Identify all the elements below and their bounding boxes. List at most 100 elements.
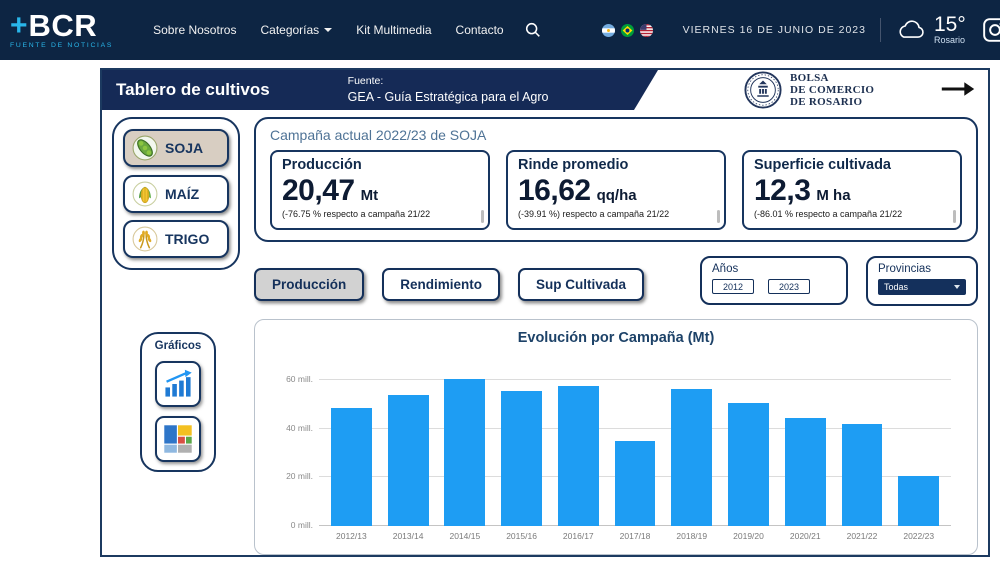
nav-links: Sobre Nosotros Categorías Kit Multimedia… (153, 23, 503, 37)
bar-column: 2016/17 (550, 368, 607, 526)
dashboard-body: SOJA MAÍZ (102, 110, 988, 557)
card-scrollbar[interactable] (717, 210, 721, 223)
dashboard-main: Campaña actual 2022/23 de SOJA Producció… (254, 117, 978, 555)
search-icon (524, 21, 542, 39)
bar-column: 2021/22 (834, 368, 891, 526)
treemap-view-button[interactable] (155, 416, 201, 462)
nav-link-label: Kit Multimedia (356, 23, 431, 37)
instagram-button[interactable] (982, 17, 1000, 43)
language-flags (602, 24, 653, 37)
weather-widget: 15° Rosario (895, 14, 966, 45)
flag-brasil[interactable] (621, 24, 634, 37)
x-axis-tick-label: 2021/22 (847, 531, 878, 541)
bar-2019-20[interactable] (728, 403, 769, 526)
x-axis-tick-label: 2012/13 (336, 531, 367, 541)
bar-2012-13[interactable] (331, 408, 372, 526)
org-name-line: DE ROSARIO (790, 96, 874, 108)
chevron-down-icon (954, 285, 960, 289)
charts-panel-label: Gráficos (155, 340, 202, 352)
year-to-input[interactable] (768, 279, 810, 294)
bar-2017-18[interactable] (615, 441, 656, 526)
nav-link-sobre-nosotros[interactable]: Sobre Nosotros (153, 23, 236, 37)
search-button[interactable] (524, 21, 542, 39)
provinces-dropdown[interactable]: Todas (878, 279, 966, 295)
kpi-delta: (-86.01 % respecto a campaña 21/22 (754, 209, 940, 224)
arrow-right-icon (940, 80, 976, 98)
logo-subtitle: FUENTE DE NOTICIAS (10, 43, 113, 50)
bar-column: 2022/23 (890, 368, 947, 526)
crop-button-trigo[interactable]: TRIGO (123, 220, 229, 258)
kpi-value: 12,3 (754, 174, 810, 208)
org-name: BOLSA DE COMERCIO DE ROSARIO (790, 72, 874, 109)
x-axis-tick-label: 2018/19 (676, 531, 707, 541)
bar-2022-23[interactable] (898, 476, 939, 526)
bar-2021-22[interactable] (842, 424, 883, 526)
org-name-line: BOLSA (790, 72, 874, 84)
bar-2020-21[interactable] (785, 418, 826, 526)
year-from-input[interactable] (712, 279, 754, 294)
nav-link-kit-multimedia[interactable]: Kit Multimedia (356, 23, 431, 37)
tab-rendimiento[interactable]: Rendimiento (382, 268, 500, 301)
navbar-divider (880, 18, 881, 42)
kpi-delta: (-39.91 %) respecto a campaña 21/22 (518, 209, 704, 224)
chart-plot: 0 mill.20 mill.40 mill.60 mill.2012/1320… (319, 368, 951, 526)
x-axis-tick-label: 2015/16 (506, 531, 537, 541)
kpi-delta: (-76.75 % respecto a campaña 21/22 (282, 209, 468, 224)
bar-column: 2020/21 (777, 368, 834, 526)
crop-label: MAÍZ (165, 186, 199, 202)
flag-estados-unidos[interactable] (640, 24, 653, 37)
kpi-value: 20,47 (282, 174, 355, 208)
crop-button-maiz[interactable]: MAÍZ (123, 175, 229, 213)
card-scrollbar[interactable] (953, 210, 957, 223)
provinces-dropdown-value: Todas (884, 282, 908, 292)
bcr-logo[interactable]: + BCR FUENTE DE NOTICIAS (10, 10, 113, 50)
y-axis-tick-label: 60 mill. (269, 374, 313, 384)
kpi-title: Producción (282, 157, 478, 173)
flag-argentina[interactable] (602, 24, 615, 37)
years-filter: Años (700, 256, 848, 305)
bars-container: 2012/132013/142014/152015/162016/172017/… (323, 368, 947, 526)
source-value: GEA - Guía Estratégica para el Agro (348, 89, 549, 105)
kpi-unit: M ha (816, 187, 850, 204)
x-axis-tick-label: 2019/20 (733, 531, 764, 541)
kpi-cards: Producción 20,47 Mt (-76.75 % respecto a… (270, 150, 962, 230)
card-scrollbar[interactable] (481, 210, 485, 223)
dashboard-header-right: BOLSA DE COMERCIO DE ROSARIO (658, 70, 988, 110)
crop-label: SOJA (165, 140, 203, 156)
dashboard: Tablero de cultivos Fuente: GEA - Guía E… (100, 68, 990, 557)
kpi-card-superficie: Superficie cultivada 12,3 M ha (-86.01 %… (742, 150, 962, 230)
bar-2018-19[interactable] (671, 389, 712, 526)
bar-column: 2015/16 (493, 368, 550, 526)
bar-2015-16[interactable] (501, 391, 542, 526)
kpi-unit: Mt (361, 187, 379, 204)
crop-label: TRIGO (165, 231, 209, 247)
tab-sup-cultivada[interactable]: Sup Cultivada (518, 268, 644, 301)
next-page-button[interactable] (940, 80, 976, 101)
org-name-line: DE COMERCIO (790, 84, 874, 96)
bcr-seal-icon (744, 71, 782, 109)
nav-link-categorias[interactable]: Categorías (260, 23, 332, 37)
nav-link-label: Categorías (260, 23, 319, 37)
controls-row: Producción Rendimiento Sup Cultivada Año… (254, 256, 978, 306)
bar-2016-17[interactable] (558, 386, 599, 526)
kpi-card-rinde: Rinde promedio 16,62 qq/ha (-39.91 %) re… (506, 150, 726, 230)
charts-selector-panel: Gráficos (140, 332, 216, 472)
y-axis-tick-label: 0 mill. (269, 520, 313, 530)
bar-chart-icon (162, 368, 194, 400)
bar-column: 2019/20 (720, 368, 777, 526)
crop-button-soja[interactable]: SOJA (123, 129, 229, 167)
bar-2014-15[interactable] (444, 379, 485, 526)
dashboard-title: Tablero de cultivos (116, 80, 270, 100)
nav-link-contacto[interactable]: Contacto (456, 23, 504, 37)
bcr-logo-text: BCR (29, 10, 98, 41)
camera-icon (982, 17, 1000, 43)
bar-2013-14[interactable] (388, 395, 429, 526)
tab-produccion[interactable]: Producción (254, 268, 364, 301)
corn-icon (132, 181, 158, 207)
bar-column: 2018/19 (663, 368, 720, 526)
x-axis-tick-label: 2016/17 (563, 531, 594, 541)
source-label: Fuente: (348, 75, 549, 89)
bar-column: 2013/14 (380, 368, 437, 526)
weather-city: Rosario (934, 36, 966, 45)
bar-chart-view-button[interactable] (155, 361, 201, 407)
